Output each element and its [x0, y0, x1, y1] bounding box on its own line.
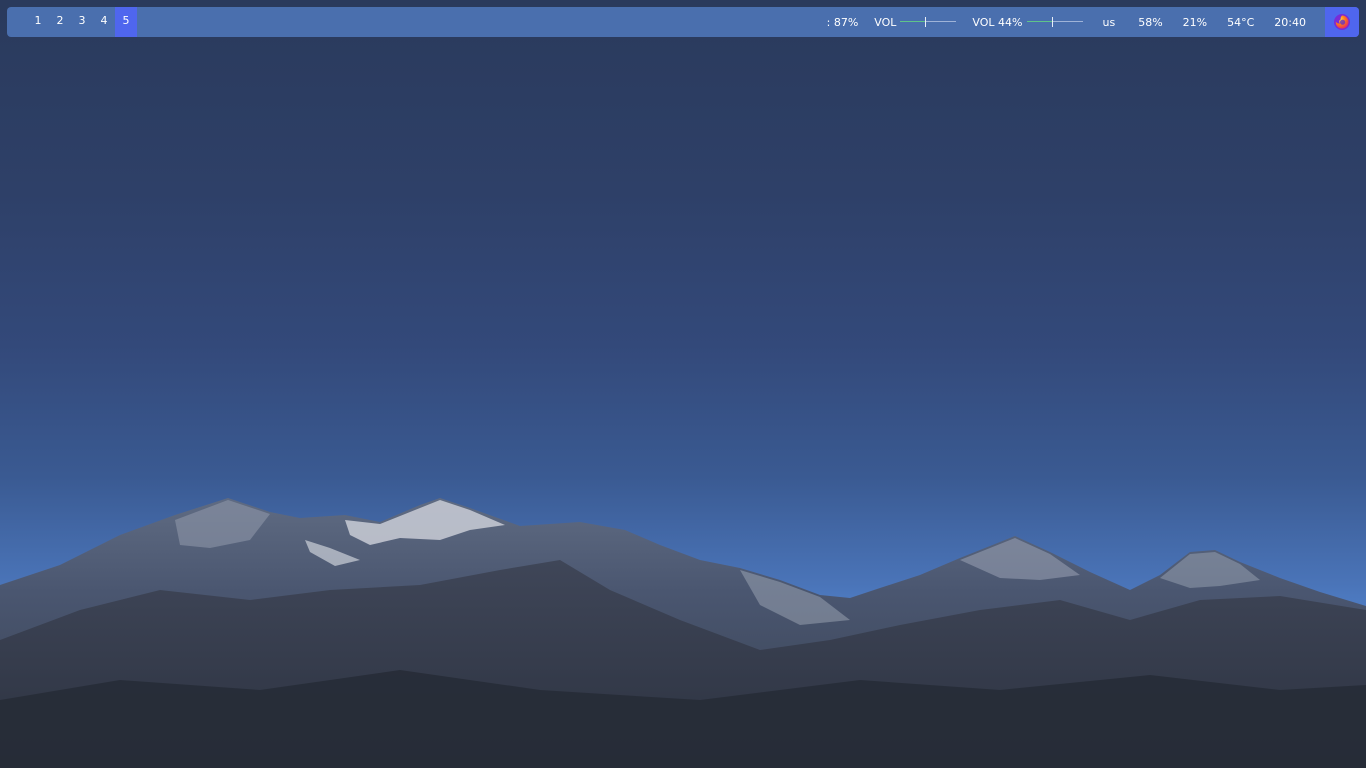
- volume-control-1[interactable]: VOL: [874, 7, 957, 37]
- desktop: 1 2 3 4 5 : 87% VOL VOL 44% us 58% 21% 5…: [0, 0, 1366, 768]
- volume-1-slider[interactable]: [900, 16, 957, 28]
- volume-control-2[interactable]: VOL 44%: [972, 7, 1083, 37]
- cpu-value: 21%: [1182, 15, 1208, 29]
- keyboard-layout-value: us: [1102, 15, 1116, 29]
- keyboard-layout-indicator[interactable]: us: [1103, 7, 1116, 37]
- volume-1-label: VOL: [874, 15, 897, 29]
- workspace-button-3[interactable]: 3: [71, 7, 93, 37]
- battery-value: : 87%: [826, 15, 859, 29]
- firefox-launcher-button[interactable]: [1325, 7, 1359, 37]
- workspace-button-5[interactable]: 5: [115, 7, 137, 37]
- status-bar: 1 2 3 4 5 : 87% VOL VOL 44% us 58% 21% 5…: [7, 7, 1359, 37]
- workspace-switcher: 1 2 3 4 5: [27, 7, 137, 37]
- mountain-wallpaper: [0, 498, 1366, 768]
- volume-2-fill: [1026, 21, 1052, 22]
- workspace-button-2[interactable]: 2: [49, 7, 71, 37]
- memory-value: 58%: [1138, 15, 1163, 29]
- system-tray: : 87% VOL VOL 44% us 58% 21% 54°C 20:40: [827, 7, 1359, 37]
- cpu-indicator: 21%: [1183, 7, 1207, 37]
- clock-value: 20:40: [1274, 15, 1306, 29]
- battery-indicator: : 87%: [827, 7, 859, 37]
- workspace-button-4[interactable]: 4: [93, 7, 115, 37]
- clock[interactable]: 20:40: [1274, 7, 1306, 37]
- workspace-button-1[interactable]: 1: [27, 7, 49, 37]
- volume-2-slider[interactable]: [1026, 16, 1083, 28]
- volume-2-label: VOL 44%: [972, 15, 1023, 29]
- volume-1-fill: [900, 21, 926, 22]
- firefox-icon: [1334, 14, 1350, 30]
- temperature-indicator: 54°C: [1227, 7, 1254, 37]
- memory-indicator: 58%: [1138, 7, 1162, 37]
- volume-2-knob[interactable]: [1051, 17, 1053, 27]
- volume-1-knob[interactable]: [925, 17, 927, 27]
- temperature-value: 54°C: [1227, 15, 1255, 29]
